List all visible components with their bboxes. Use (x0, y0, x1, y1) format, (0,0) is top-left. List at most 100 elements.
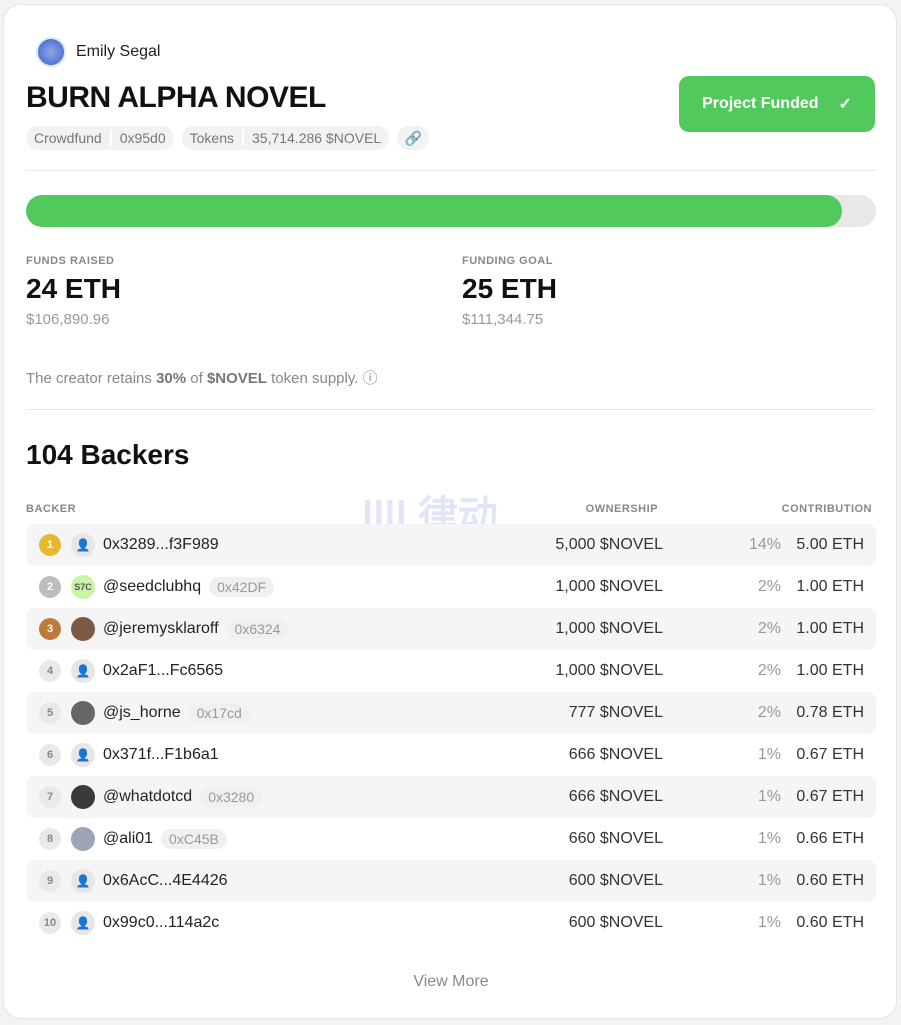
status-label: Project Funded (702, 95, 819, 112)
avatar (71, 617, 95, 641)
table-row[interactable]: 2 S7C @seedclubhq 0x42DF 1,000 $NOVEL 2% … (26, 566, 876, 608)
t3: of (186, 370, 207, 387)
person-icon: 👤 (71, 911, 95, 935)
t1: The creator retains (26, 370, 157, 387)
rank-badge: 10 (39, 912, 61, 934)
table-row[interactable]: 8 @ali01 0xC45B 660 $NOVEL 1% 0.66 ETH (26, 818, 876, 860)
project-funded-button[interactable]: Project Funded ✓ (679, 76, 875, 132)
divider (26, 170, 876, 171)
contribution-eth: 5.00 ETH (796, 536, 864, 553)
creator[interactable]: Emily Segal (36, 37, 160, 67)
ownership: 600 $NOVEL (568, 872, 663, 889)
person-icon: 👤 (71, 533, 95, 557)
contribution-eth: 0.60 ETH (796, 872, 864, 889)
creator-name: Emily Segal (76, 43, 161, 60)
contribution-percent: 1% (757, 914, 781, 931)
contribution-eth: 1.00 ETH (796, 662, 864, 679)
divider (26, 409, 876, 410)
progress-fill (26, 195, 842, 227)
table-row[interactable]: 4 👤 0x2aF1...Fc6565 1,000 $NOVEL 2% 1.00 … (26, 650, 876, 692)
avatar (71, 701, 95, 725)
table-row[interactable]: 7 @whatdotcd 0x3280 666 $NOVEL 1% 0.67 E… (26, 776, 876, 818)
ownership: 666 $NOVEL (568, 788, 663, 805)
medal-icon: 1 (39, 534, 61, 556)
ownership: 1,000 $NOVEL (555, 620, 663, 637)
t5: token supply. (266, 370, 359, 387)
ownership: 600 $NOVEL (568, 914, 663, 931)
funds-raised-usd: $106,890.96 (26, 311, 110, 328)
backer-name[interactable]: @js_horne (103, 704, 181, 722)
contribution-eth: 0.67 ETH (796, 788, 864, 805)
tag-type: Crowdfund (34, 130, 102, 146)
backer-name[interactable]: 0x99c0...114a2c (103, 914, 219, 932)
project-tags: Crowdfund 0x95d0 Tokens 35,714.286 $NOVEL … (26, 126, 430, 150)
tag-tokens-value: 35,714.286 $NOVEL (242, 130, 389, 146)
backer-address: 0x17cd (188, 703, 250, 723)
tag-tokens-label: Tokens (189, 130, 234, 146)
medal-icon: 3 (39, 618, 61, 640)
funding-progress-bar (26, 195, 876, 227)
backer-address: 0xC45B (161, 829, 227, 849)
contribution-percent: 2% (757, 620, 781, 637)
ownership: 666 $NOVEL (568, 746, 663, 763)
person-icon: 👤 (71, 869, 95, 893)
rank-badge: 6 (39, 744, 61, 766)
avatar: S7C (71, 575, 95, 599)
contribution-percent: 2% (757, 662, 781, 679)
funding-goal-usd: $111,344.75 (462, 311, 544, 328)
tag-address: 0x95d0 (109, 130, 174, 146)
contribution-percent: 14% (748, 536, 781, 553)
ownership: 1,000 $NOVEL (555, 662, 663, 679)
tokens-tag[interactable]: Tokens 35,714.286 $NOVEL (181, 126, 390, 150)
table-row[interactable]: 1 👤 0x3289...f3F989 5,000 $NOVEL 14% 5.00… (26, 524, 876, 566)
backer-name[interactable]: @seedclubhq (103, 578, 201, 596)
rank-badge: 7 (39, 786, 61, 808)
table-row[interactable]: 6 👤 0x371f...F1b6a1 666 $NOVEL 1% 0.67 ET… (26, 734, 876, 776)
contribution-eth: 0.67 ETH (796, 746, 864, 763)
backers-table: 1 👤 0x3289...f3F989 5,000 $NOVEL 14% 5.00… (26, 524, 876, 944)
contribution-eth: 0.60 ETH (796, 914, 864, 931)
contribution-percent: 1% (757, 830, 781, 847)
rank-badge: 4 (39, 660, 61, 682)
contribution-eth: 0.78 ETH (796, 704, 864, 721)
backer-address: 0x6324 (226, 619, 289, 639)
table-row[interactable]: 10 👤 0x99c0...114a2c 600 $NOVEL 1% 0.60 E… (26, 902, 876, 944)
backer-name[interactable]: @ali01 (103, 830, 153, 848)
funding-goal: FUNDING GOAL 25 ETH $111,344.75 (462, 255, 557, 328)
contribution-percent: 1% (757, 788, 781, 805)
funds-raised: FUNDS RAISED 24 ETH $106,890.96 (26, 255, 121, 328)
project-card: Emily Segal BURN ALPHA NOVEL Crowdfund 0x… (3, 4, 897, 1019)
creator-avatar (36, 37, 66, 67)
rank-badge: 9 (39, 870, 61, 892)
funding-goal-value: 25 ETH (462, 273, 557, 304)
info-icon[interactable]: ⓘ (363, 370, 378, 387)
col-contribution: CONTRIBUTION (781, 503, 872, 515)
avatar (71, 785, 95, 809)
ownership: 660 $NOVEL (568, 830, 663, 847)
table-row[interactable]: 5 @js_horne 0x17cd 777 $NOVEL 2% 0.78 ET… (26, 692, 876, 734)
backer-address: 0x42DF (209, 577, 275, 597)
t4: $NOVEL (206, 370, 267, 387)
avatar (71, 827, 95, 851)
contribution-eth: 1.00 ETH (796, 620, 864, 637)
backer-name[interactable]: 0x371f...F1b6a1 (103, 746, 219, 764)
ownership: 777 $NOVEL (568, 704, 663, 721)
table-row[interactable]: 3 @jeremysklaroff 0x6324 1,000 $NOVEL 2%… (26, 608, 876, 650)
backer-name[interactable]: 0x2aF1...Fc6565 (103, 662, 223, 680)
person-icon: 👤 (71, 743, 95, 767)
retain-text: The creator retains 30% of $NOVEL token … (26, 367, 378, 388)
backer-name[interactable]: 0x3289...f3F989 (103, 536, 219, 554)
check-icon: ✓ (838, 96, 852, 113)
crowdfund-tag[interactable]: Crowdfund 0x95d0 (26, 126, 174, 150)
rank-badge: 8 (39, 828, 61, 850)
ownership: 1,000 $NOVEL (555, 578, 663, 595)
backer-address: 0x3280 (200, 787, 263, 807)
view-more-button[interactable]: View More (4, 973, 898, 991)
backer-name[interactable]: 0x6AcC...4E4426 (103, 872, 228, 890)
backer-name[interactable]: @whatdotcd (103, 788, 192, 806)
backer-name[interactable]: @jeremysklaroff (103, 620, 219, 638)
project-title: BURN ALPHA NOVEL (26, 81, 326, 114)
funds-raised-label: FUNDS RAISED (26, 255, 115, 267)
table-row[interactable]: 9 👤 0x6AcC...4E4426 600 $NOVEL 1% 0.60 ET… (26, 860, 876, 902)
link-icon[interactable]: 🔗 (397, 126, 430, 150)
